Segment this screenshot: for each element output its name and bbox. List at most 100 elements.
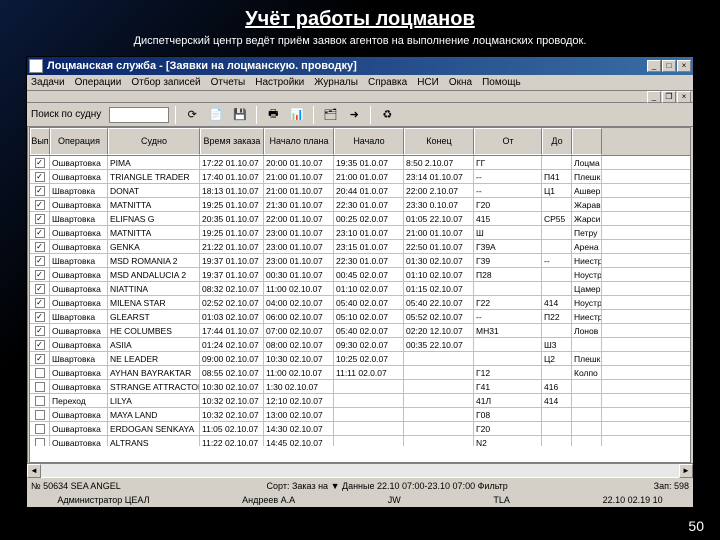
menu-nsi[interactable]: НСИ	[417, 77, 439, 88]
menu-settings[interactable]: Настройки	[255, 77, 304, 88]
cell-end	[404, 352, 474, 365]
cell-from: Г41	[474, 380, 542, 393]
row-checkbox[interactable]: ✓	[35, 326, 45, 336]
row-checkbox[interactable]	[35, 424, 45, 434]
col-from[interactable]: От	[474, 128, 542, 155]
row-checkbox[interactable]	[35, 396, 45, 406]
table-row[interactable]: ОшвартовкаERDOGAN SENKAYA11:05 02.10.071…	[30, 422, 690, 436]
table-row[interactable]: ✓ОшвартовкаPIMA17:22 01.10.0720:00 01.10…	[30, 156, 690, 170]
row-checkbox[interactable]: ✓	[35, 228, 45, 238]
cell-to: П22	[542, 310, 572, 323]
row-checkbox[interactable]: ✓	[35, 256, 45, 266]
menu-operations[interactable]: Операции	[75, 77, 122, 88]
cell-op: Швартовка	[50, 212, 108, 225]
cell-to: --	[542, 254, 572, 267]
status-tla: TLA	[493, 495, 510, 505]
col-planstart[interactable]: Начало плана	[264, 128, 334, 155]
cell-op: Ошвартовка	[50, 436, 108, 446]
col-chk[interactable]: Вып	[30, 128, 50, 155]
col-start[interactable]: Начало	[334, 128, 404, 155]
table-row[interactable]: ✓ШвартовкаGLEARST01:03 02.10.0706:00 02.…	[30, 310, 690, 324]
table-row[interactable]: ✓ОшвартовкаGENKA21:22 01.10.0723:00 01.1…	[30, 240, 690, 254]
tool-chart-icon[interactable]: 📊	[287, 105, 307, 125]
cell-end	[404, 436, 474, 446]
table-row[interactable]: ✓ОшвартовкаTRIANGLE TRADER17:40 01.10.07…	[30, 170, 690, 184]
row-checkbox[interactable]: ✓	[35, 200, 45, 210]
col-to[interactable]: До	[542, 128, 572, 155]
table-row[interactable]: ОшвартовкаAYHAN BAYRAKTAR08:55 02.10.071…	[30, 366, 690, 380]
row-checkbox[interactable]: ✓	[35, 172, 45, 182]
menu-reports[interactable]: Отчеты	[211, 77, 246, 88]
scroll-right-button[interactable]: ►	[679, 464, 693, 478]
table-row[interactable]: ✓ОшвартовкаMATNITTA19:25 01.10.0721:30 0…	[30, 198, 690, 212]
tool-print-icon[interactable]: 🖶	[263, 105, 283, 125]
col-ordertime[interactable]: Время заказа	[200, 128, 264, 155]
table-row[interactable]: ✓ОшвартовкаMILENA STAR02:52 02.10.0704:0…	[30, 296, 690, 310]
row-checkbox[interactable]: ✓	[35, 158, 45, 168]
minimize-button[interactable]: _	[647, 60, 661, 72]
table-row[interactable]: ОшвартовкаMAYA LAND10:32 02.10.0713:00 0…	[30, 408, 690, 422]
scroll-left-button[interactable]: ◄	[27, 464, 41, 478]
menu-help2[interactable]: Помощь	[482, 77, 521, 88]
col-op[interactable]: Операция	[50, 128, 108, 155]
row-checkbox[interactable]: ✓	[35, 312, 45, 322]
row-checkbox[interactable]: ✓	[35, 298, 45, 308]
row-checkbox[interactable]: ✓	[35, 214, 45, 224]
grid-body[interactable]: ✓ОшвартовкаPIMA17:22 01.10.0720:00 01.10…	[30, 156, 690, 446]
tool-process-icon[interactable]: ♻	[377, 105, 397, 125]
row-checkbox[interactable]	[35, 438, 45, 447]
table-row[interactable]: ПереходLILYA10:32 02.10.0712:10 02.10.07…	[30, 394, 690, 408]
table-row[interactable]: ✓ШвартовкаELIFNAS G20:35 01.10.0722:00 0…	[30, 212, 690, 226]
menu-windows[interactable]: Окна	[449, 77, 472, 88]
table-row[interactable]: ✓ШвартовкаNE LEADER09:00 02.10.0710:30 0…	[30, 352, 690, 366]
menu-filter[interactable]: Отбор записей	[131, 77, 200, 88]
row-checkbox[interactable]	[35, 368, 45, 378]
cell-person: Цамер	[572, 282, 602, 295]
menu-tasks[interactable]: Задачи	[31, 77, 65, 88]
menu-journals[interactable]: Журналы	[314, 77, 358, 88]
table-row[interactable]: ✓ОшвартовкаHE COLUMBES17:44 01.10.0707:0…	[30, 324, 690, 338]
row-checkbox[interactable]: ✓	[35, 270, 45, 280]
col-ship[interactable]: Судно	[108, 128, 200, 155]
titlebar: Лоцманская служба - [Заявки на лоцманску…	[27, 57, 693, 75]
cell-planstart: 23:00 01.10.07	[264, 240, 334, 253]
cell-op: Ошвартовка	[50, 408, 108, 421]
tool-save-icon[interactable]: 💾	[230, 105, 250, 125]
tool-card-icon[interactable]: 🗂	[320, 105, 340, 125]
table-row[interactable]: ✓ОшвартовкаMSD ANDALUCIA 219:37 01.10.07…	[30, 268, 690, 282]
cell-to: Ш3	[542, 338, 572, 351]
cell-planstart: 11:00 02.10.07	[264, 366, 334, 379]
search-input[interactable]	[109, 107, 169, 123]
tool-refresh-icon[interactable]: ⟳	[182, 105, 202, 125]
cell-start: 01:10 02.0.07	[334, 282, 404, 295]
maximize-button[interactable]: □	[662, 60, 676, 72]
col-end[interactable]: Конец	[404, 128, 474, 155]
table-row[interactable]: ✓ОшвартовкаNIATTINA08:32 02.10.0711:00 0…	[30, 282, 690, 296]
horizontal-scrollbar[interactable]: ◄ ►	[27, 463, 693, 477]
mdi-close-button[interactable]: ×	[677, 91, 691, 103]
col-extra[interactable]	[572, 128, 602, 155]
row-checkbox[interactable]: ✓	[35, 284, 45, 294]
menu-help1[interactable]: Справка	[368, 77, 407, 88]
mdi-restore-button[interactable]: ❐	[662, 91, 676, 103]
cell-op: Ошвартовка	[50, 296, 108, 309]
table-row[interactable]: ✓ШвартовкаMSD ROMANIA 219:37 01.10.0723:…	[30, 254, 690, 268]
row-checkbox[interactable]: ✓	[35, 340, 45, 350]
row-checkbox[interactable]: ✓	[35, 354, 45, 364]
tool-arrow-icon[interactable]: ➜	[344, 105, 364, 125]
row-checkbox[interactable]: ✓	[35, 186, 45, 196]
table-row[interactable]: ОшвартовкаALTRANS11:22 02.10.0714:45 02.…	[30, 436, 690, 446]
tool-doc-icon[interactable]: 📄	[206, 105, 226, 125]
table-row[interactable]: ✓ОшвартовкаASIIA01:24 02.10.0708:00 02.1…	[30, 338, 690, 352]
table-row[interactable]: ОшвартовкаSTRANGE ATTRACTOR10:30 02.10.0…	[30, 380, 690, 394]
mdi-minimize-button[interactable]: _	[647, 91, 661, 103]
table-row[interactable]: ✓ОшвартовкаMATNITTA19:25 01.10.0723:00 0…	[30, 226, 690, 240]
row-checkbox[interactable]: ✓	[35, 242, 45, 252]
table-row[interactable]: ✓ШвартовкаDONAT18:13 01.10.0721:00 01.10…	[30, 184, 690, 198]
cell-planstart: 04:00 02.10.07	[264, 296, 334, 309]
close-button[interactable]: ×	[677, 60, 691, 72]
row-checkbox[interactable]	[35, 410, 45, 420]
cell-ship: GLEARST	[108, 310, 200, 323]
row-checkbox[interactable]	[35, 382, 45, 392]
cell-ordertime: 11:05 02.10.07	[200, 422, 264, 435]
